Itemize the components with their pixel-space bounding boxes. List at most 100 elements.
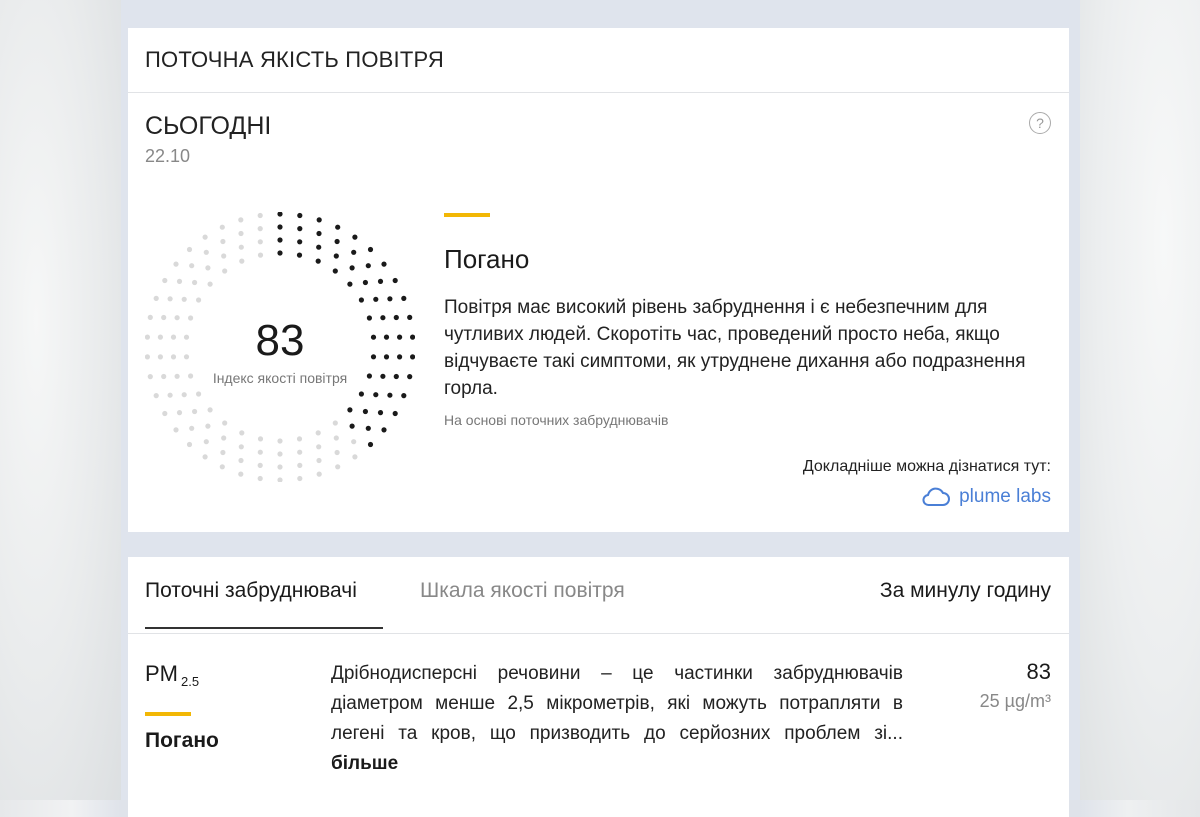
plume-labs-link[interactable]: plume labs xyxy=(921,486,1051,508)
ring-dot-active xyxy=(316,230,322,237)
ring-dot-active xyxy=(362,279,368,286)
aqi-gauge: 83 Індекс якості повітря xyxy=(144,211,416,483)
pollutant-value: 83 xyxy=(1026,659,1051,684)
ring-dot-active xyxy=(347,407,353,413)
ring-dot-inactive xyxy=(351,439,357,445)
card-header: ПОТОЧНА ЯКІСТЬ ПОВІТРЯ xyxy=(128,28,1069,93)
ring-dot-inactive xyxy=(207,281,213,287)
ring-dot-active xyxy=(367,246,374,253)
ring-dot-inactive xyxy=(316,471,322,477)
page-title: ПОТОЧНА ЯКІСТЬ ПОВІТРЯ xyxy=(145,47,444,72)
tab-air-quality-scale[interactable]: Шкала якості повітря xyxy=(420,579,625,603)
ring-dot-inactive xyxy=(162,410,168,417)
ring-dot-active xyxy=(387,296,393,302)
ring-dot-active xyxy=(401,393,407,399)
ring-dot-active xyxy=(297,239,303,245)
ring-dot-inactive xyxy=(203,439,209,445)
ring-dot-inactive xyxy=(176,410,183,416)
ring-dot-inactive xyxy=(335,464,341,470)
ring-dot-inactive xyxy=(181,392,187,398)
active-tab-indicator xyxy=(145,627,383,629)
ring-dot-inactive xyxy=(219,224,225,230)
ring-dot-inactive xyxy=(173,427,179,433)
ring-dot-inactive xyxy=(257,252,264,258)
ring-dot-inactive xyxy=(203,249,209,255)
ring-dot-inactive xyxy=(167,392,173,398)
ring-dot-inactive xyxy=(192,279,198,286)
ring-dot-inactive xyxy=(153,295,159,301)
pollutant-concentration: 25 µg/m³ xyxy=(979,691,1051,711)
pollutant-description-block: Дрібнодисперсні речовини – це частинки з… xyxy=(331,659,903,779)
ring-dot-active xyxy=(392,277,398,284)
ring-dot-active xyxy=(335,224,341,230)
ring-dot-active xyxy=(334,238,340,245)
ring-dot-inactive xyxy=(334,449,340,456)
ring-dot-inactive xyxy=(202,234,208,240)
air-quality-card: ПОТОЧНА ЯКІСТЬ ПОВІТРЯ СЬОГОДНІ 22.10 ? … xyxy=(128,28,1069,532)
ring-dot-inactive xyxy=(352,454,358,460)
ring-dot-active xyxy=(351,249,357,255)
pollutant-name: PM 2.5 xyxy=(145,661,199,689)
pollutant-name-text: PM xyxy=(145,661,178,686)
ring-dot-active xyxy=(373,392,379,398)
ring-dot-active xyxy=(392,410,398,417)
ring-dot-inactive xyxy=(297,449,303,455)
ring-dot-active xyxy=(365,263,371,269)
ring-dot-inactive xyxy=(257,462,263,468)
help-icon[interactable]: ? xyxy=(1029,112,1051,134)
ring-dot-inactive xyxy=(189,263,195,269)
plume-labs-text: plume labs xyxy=(959,486,1051,507)
ring-dot-inactive xyxy=(176,278,183,284)
ring-dot-inactive xyxy=(181,296,187,302)
ring-dot-active xyxy=(381,427,387,433)
ring-dot-active xyxy=(297,212,303,219)
tab-current-pollutants[interactable]: Поточні забруднювачі xyxy=(145,579,357,603)
ring-dot-inactive xyxy=(238,457,244,464)
ring-dot-inactive xyxy=(221,253,227,259)
pollutant-status: Погано xyxy=(145,729,219,752)
ring-dot-active xyxy=(358,391,364,397)
ring-dot-inactive xyxy=(257,239,263,245)
ring-dot-active xyxy=(377,410,384,416)
today-date: 22.10 xyxy=(145,146,191,166)
pollutants-card: Поточні забруднювачі Шкала якості повітр… xyxy=(128,557,1069,817)
ring-dot-inactive xyxy=(167,296,173,302)
status-color-bar xyxy=(444,213,490,217)
ring-dot-inactive xyxy=(316,457,322,464)
more-info-label: Докладніше можна дізнатися тут: xyxy=(802,458,1051,475)
ring-dot-inactive xyxy=(316,444,322,450)
aqi-value: 83 xyxy=(255,316,305,365)
ring-dot-active xyxy=(297,226,303,232)
background-right xyxy=(1079,0,1200,800)
ring-dot-active xyxy=(365,425,371,431)
ring-dot-active xyxy=(358,297,364,303)
ring-dot-inactive xyxy=(220,449,226,456)
today-title: СЬОГОДНІ xyxy=(145,112,272,140)
ring-dot-inactive xyxy=(238,230,244,237)
more-link[interactable]: більше xyxy=(331,753,398,774)
ring-dot-inactive xyxy=(257,449,263,455)
ring-dot-inactive xyxy=(222,268,228,274)
ring-dot-inactive xyxy=(173,261,179,267)
background-left xyxy=(0,0,121,800)
ring-dot-active xyxy=(277,224,283,230)
ring-dot-inactive xyxy=(205,423,211,429)
ring-dot-inactive xyxy=(315,430,321,436)
ring-dot-active xyxy=(401,295,407,301)
cloud-icon xyxy=(922,487,951,506)
ring-dot-inactive xyxy=(153,393,159,399)
ring-dot-active xyxy=(332,268,338,274)
ring-dot-inactive xyxy=(220,238,226,245)
ring-dot-inactive xyxy=(196,391,202,397)
ring-dot-inactive xyxy=(238,244,244,250)
ring-dot-inactive xyxy=(296,436,303,442)
ring-dot-inactive xyxy=(332,420,338,426)
ring-dot-inactive xyxy=(297,475,303,482)
status-description: Повітря має високий рівень забруднення і… xyxy=(444,297,1026,399)
ring-dot-inactive xyxy=(222,420,228,426)
ring-dot-inactive xyxy=(238,444,244,450)
ring-dot-inactive xyxy=(333,435,339,441)
ring-dot-inactive xyxy=(219,464,225,470)
ring-dot-active xyxy=(381,261,387,267)
ring-dot-inactive xyxy=(239,430,245,436)
